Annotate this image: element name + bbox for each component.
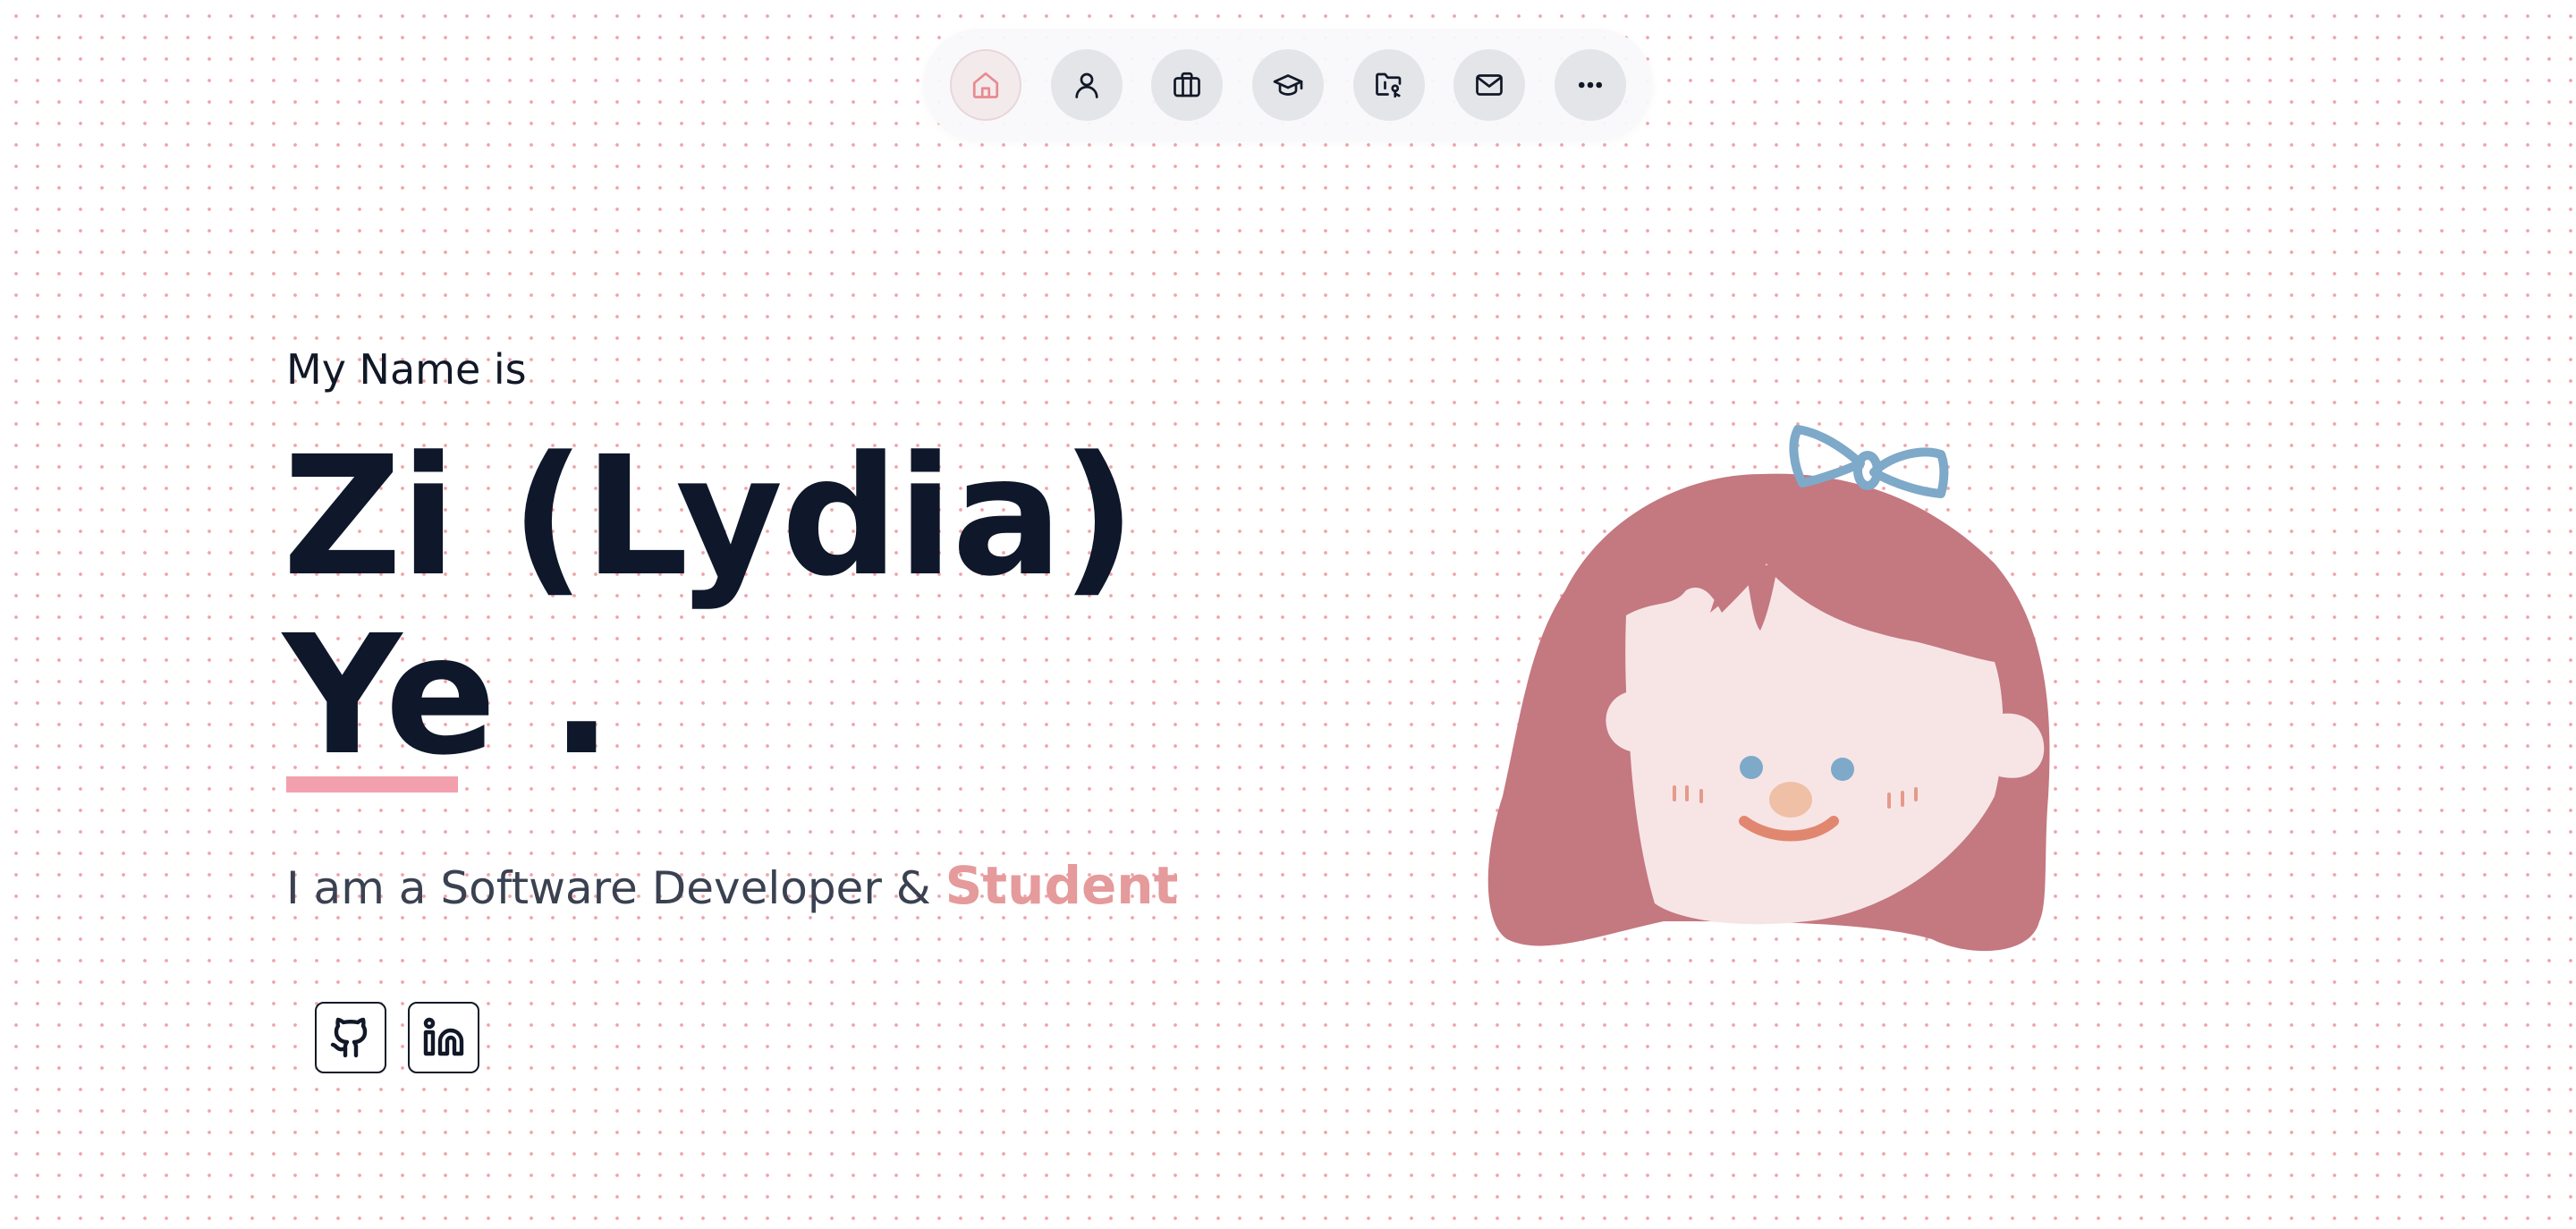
- linkedin-link[interactable]: [408, 1002, 479, 1073]
- home-icon: [972, 72, 999, 98]
- tagline: I am a Software Developer & Student: [286, 855, 1178, 916]
- name-heading-line1: Zi (Lydia): [283, 421, 1136, 613]
- graduation-cap-icon: [1273, 74, 1303, 96]
- intro-text: My Name is: [286, 345, 527, 394]
- github-icon: [330, 1017, 368, 1058]
- social-links: [315, 1002, 479, 1073]
- right-eye: [1831, 758, 1854, 781]
- name-heading-line2: Ye .: [283, 600, 613, 792]
- user-icon: [1075, 72, 1098, 98]
- nav-education-button[interactable]: [1251, 49, 1324, 121]
- nav-home-button[interactable]: [950, 49, 1021, 121]
- nose: [1769, 782, 1812, 818]
- nav-more-button[interactable]: [1554, 49, 1626, 121]
- nav-contact-button[interactable]: [1453, 49, 1526, 121]
- girl-avatar-illustration: [1487, 425, 2050, 952]
- nav-projects-button[interactable]: [1352, 49, 1425, 121]
- tagline-role: Student: [945, 855, 1179, 916]
- nav-experience-button[interactable]: [1151, 49, 1224, 121]
- github-link[interactable]: [315, 1002, 386, 1073]
- tagline-prefix: I am a Software Developer &: [286, 862, 945, 914]
- top-navigation: [923, 29, 1653, 141]
- folder-code-icon: [1375, 72, 1401, 98]
- left-eye: [1740, 756, 1763, 779]
- linkedin-icon: [423, 1017, 464, 1056]
- briefcase-icon: [1174, 72, 1201, 97]
- mail-icon: [1476, 74, 1504, 96]
- nav-about-button[interactable]: [1050, 49, 1123, 121]
- name-underline: [286, 776, 458, 792]
- hair-bow: [1789, 425, 1949, 498]
- more-icon: [1578, 81, 1602, 89]
